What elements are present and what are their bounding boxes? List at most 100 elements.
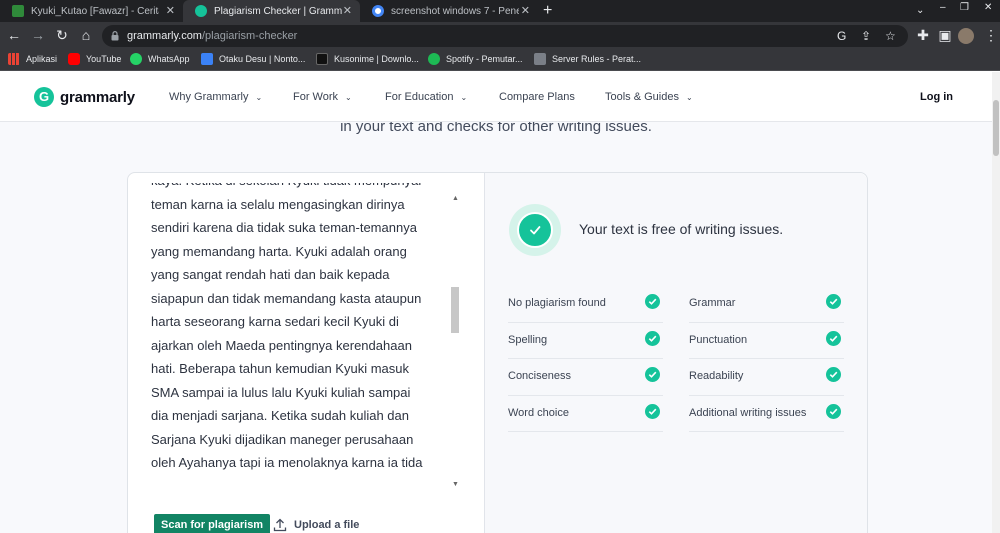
bookmark-server-rules[interactable]: Server Rules - Perat...	[534, 53, 641, 65]
text-input-area[interactable]: kaya. Ketika di sekolah Kyuki tidak memp…	[151, 183, 446, 483]
home-icon[interactable]: ⌂	[77, 27, 95, 43]
nav-compare-plans[interactable]: Compare Plans	[499, 91, 575, 103]
check-circle-icon	[645, 330, 660, 346]
window-close-icon[interactable]: ✕	[984, 2, 992, 13]
profile-avatar[interactable]	[958, 28, 974, 44]
checks-column-1: No plagiarism found Spelling Conciseness…	[508, 286, 663, 432]
login-link[interactable]: Log in	[920, 91, 953, 103]
check-circle-icon	[826, 330, 841, 346]
checks-column-2: Grammar Punctuation Readability Addition…	[689, 286, 844, 432]
check-item-word-choice: Word choice	[508, 396, 663, 432]
success-check-icon	[509, 204, 561, 256]
text-line: oleh Ayahanya tapi ia menolaknya karna i…	[151, 455, 423, 470]
tab-google-search[interactable]: screenshot windows 7 - Penelusu ✕	[360, 0, 538, 22]
text-line: harta seseorang karna sedari kecil Kyuki…	[151, 314, 399, 329]
check-item-conciseness: Conciseness	[508, 359, 663, 396]
tab-grammarly[interactable]: Plagiarism Checker | Grammarly ✕	[183, 0, 360, 22]
text-line: SMA sampai ia lulus lalu Kyuki kuliah sa…	[151, 384, 411, 400]
grammarly-logo[interactable]: grammarly	[34, 87, 135, 107]
apps-grid-icon	[8, 53, 20, 65]
check-item-plagiarism: No plagiarism found	[508, 286, 663, 323]
google-icon	[372, 5, 384, 17]
youtube-icon	[68, 53, 80, 65]
check-circle-icon	[645, 403, 660, 419]
chevron-down-icon: ⌄	[685, 93, 693, 102]
check-circle-icon	[826, 294, 841, 309]
extensions-icon[interactable]: ✚	[914, 27, 932, 44]
check-circle-icon	[826, 403, 841, 419]
result-status-text: Your text is free of writing issues.	[579, 221, 784, 237]
close-icon[interactable]: ✕	[166, 4, 175, 17]
check-circle-icon	[645, 367, 660, 382]
check-circle-icon	[645, 294, 660, 309]
scroll-down-icon[interactable]: ▼	[452, 481, 459, 488]
wattpad-icon	[12, 5, 24, 17]
lock-icon	[111, 31, 119, 41]
spotify-icon	[428, 53, 440, 65]
text-line: siapapun dan tidak memandang kasta ataup…	[151, 290, 422, 306]
text-line: yang memandang harta. Kyuki adalah orang	[151, 243, 407, 259]
text-line: yang sangat rendah hati dan baik kepada	[151, 267, 390, 282]
new-tab-icon[interactable]: +	[543, 2, 552, 20]
check-item-readability: Readability	[689, 359, 844, 396]
tab-title: Kyuki_Kutao [Fawazr] - Cerita Kar	[31, 5, 159, 17]
upload-file-button[interactable]: Upload a file	[273, 518, 359, 532]
scroll-up-icon[interactable]: ▲	[452, 195, 459, 202]
nav-why-grammarly[interactable]: Why Grammarly ⌄	[169, 91, 262, 103]
chevron-down-icon: ⌄	[255, 93, 263, 102]
otakudesu-icon	[201, 53, 213, 65]
bookmark-youtube[interactable]: YouTube	[68, 53, 121, 65]
editor-scroll-thumb[interactable]	[451, 287, 459, 333]
nav-tools-guides[interactable]: Tools & Guides ⌄	[605, 91, 693, 103]
editor-scrollbar[interactable]: ▲ ▼	[450, 195, 460, 491]
bookmark-apps[interactable]: Aplikasi	[8, 53, 57, 65]
bookmarks-bar: Aplikasi YouTube WhatsApp Otaku Desu | N…	[0, 50, 1000, 71]
page-scroll-thumb[interactable]	[993, 100, 999, 156]
kusonime-icon	[316, 53, 328, 65]
plagiarism-checker-card: kaya. Ketika di sekolah Kyuki tidak memp…	[127, 172, 868, 533]
editor-pane: kaya. Ketika di sekolah Kyuki tidak memp…	[128, 173, 484, 533]
check-item-spelling: Spelling	[508, 323, 663, 359]
bookmark-star-icon[interactable]: ☆	[885, 29, 896, 43]
tab-search-icon[interactable]: ⌄	[916, 5, 924, 16]
close-icon[interactable]: ✕	[521, 4, 530, 17]
browser-toolbar: ← → ↻ ⌂ grammarly.com/plagiarism-checker…	[0, 22, 1000, 50]
chevron-down-icon: ⌄	[345, 93, 352, 102]
check-circle-icon	[826, 367, 841, 382]
google-lens-icon[interactable]: G	[837, 29, 846, 43]
scan-for-plagiarism-button[interactable]: Scan for plagiarism	[154, 514, 271, 533]
share-icon[interactable]: ⇪	[861, 29, 871, 43]
text-line: kaya. Ketika di sekolah Kyuki tidak memp…	[151, 183, 446, 193]
tab-kyuki[interactable]: Kyuki_Kutao [Fawazr] - Cerita Kar ✕	[0, 0, 183, 22]
bookmark-spotify[interactable]: Spotify - Pemutar...	[428, 53, 523, 65]
minimize-icon[interactable]: –	[940, 2, 946, 13]
bookmark-otakudesu[interactable]: Otaku Desu | Nonto...	[201, 53, 305, 65]
forward-icon[interactable]: →	[29, 27, 47, 43]
reload-icon[interactable]: ↻	[53, 27, 71, 44]
whatsapp-icon	[130, 53, 142, 65]
chevron-down-icon: ⌄	[460, 93, 468, 102]
address-bar[interactable]: grammarly.com/plagiarism-checker G ⇪ ☆	[102, 25, 908, 47]
restore-icon[interactable]: ❐	[960, 2, 969, 13]
grammarly-logo-icon	[34, 87, 54, 107]
check-item-additional-issues: Additional writing issues	[689, 396, 844, 432]
text-line: sendiri karena dia tidak suka teman-tema…	[151, 220, 417, 235]
bookmark-kusonime[interactable]: Kusonime | Downlo...	[316, 53, 419, 65]
close-icon[interactable]: ✕	[343, 4, 352, 17]
site-navbar: grammarly Why Grammarly⌄ For Work⌄ For E…	[0, 72, 992, 122]
nav-for-work[interactable]: For Work ⌄	[293, 91, 352, 103]
bookmark-whatsapp[interactable]: WhatsApp	[130, 53, 190, 65]
server-icon	[534, 53, 546, 65]
text-line: hati. Beberapa tahun kemudian Kyuki masu…	[151, 361, 409, 376]
tab-title: screenshot windows 7 - Penelusu	[391, 5, 519, 17]
side-panel-icon[interactable]: ▣	[936, 27, 954, 44]
nav-for-education[interactable]: For Education ⌄	[385, 91, 467, 103]
page-scrollbar[interactable]	[992, 72, 1000, 533]
upload-icon	[273, 518, 287, 532]
browser-tab-strip: Kyuki_Kutao [Fawazr] - Cerita Kar ✕ Plag…	[0, 0, 1000, 22]
check-item-punctuation: Punctuation	[689, 323, 844, 359]
text-line: teman karna ia selalu mengasingkan dirin…	[151, 196, 405, 212]
menu-kebab-icon[interactable]: ⋮	[982, 27, 1000, 44]
back-icon[interactable]: ←	[5, 27, 23, 43]
text-line: Sarjana Kyuki dijadikan maneger perusaha…	[151, 431, 414, 447]
